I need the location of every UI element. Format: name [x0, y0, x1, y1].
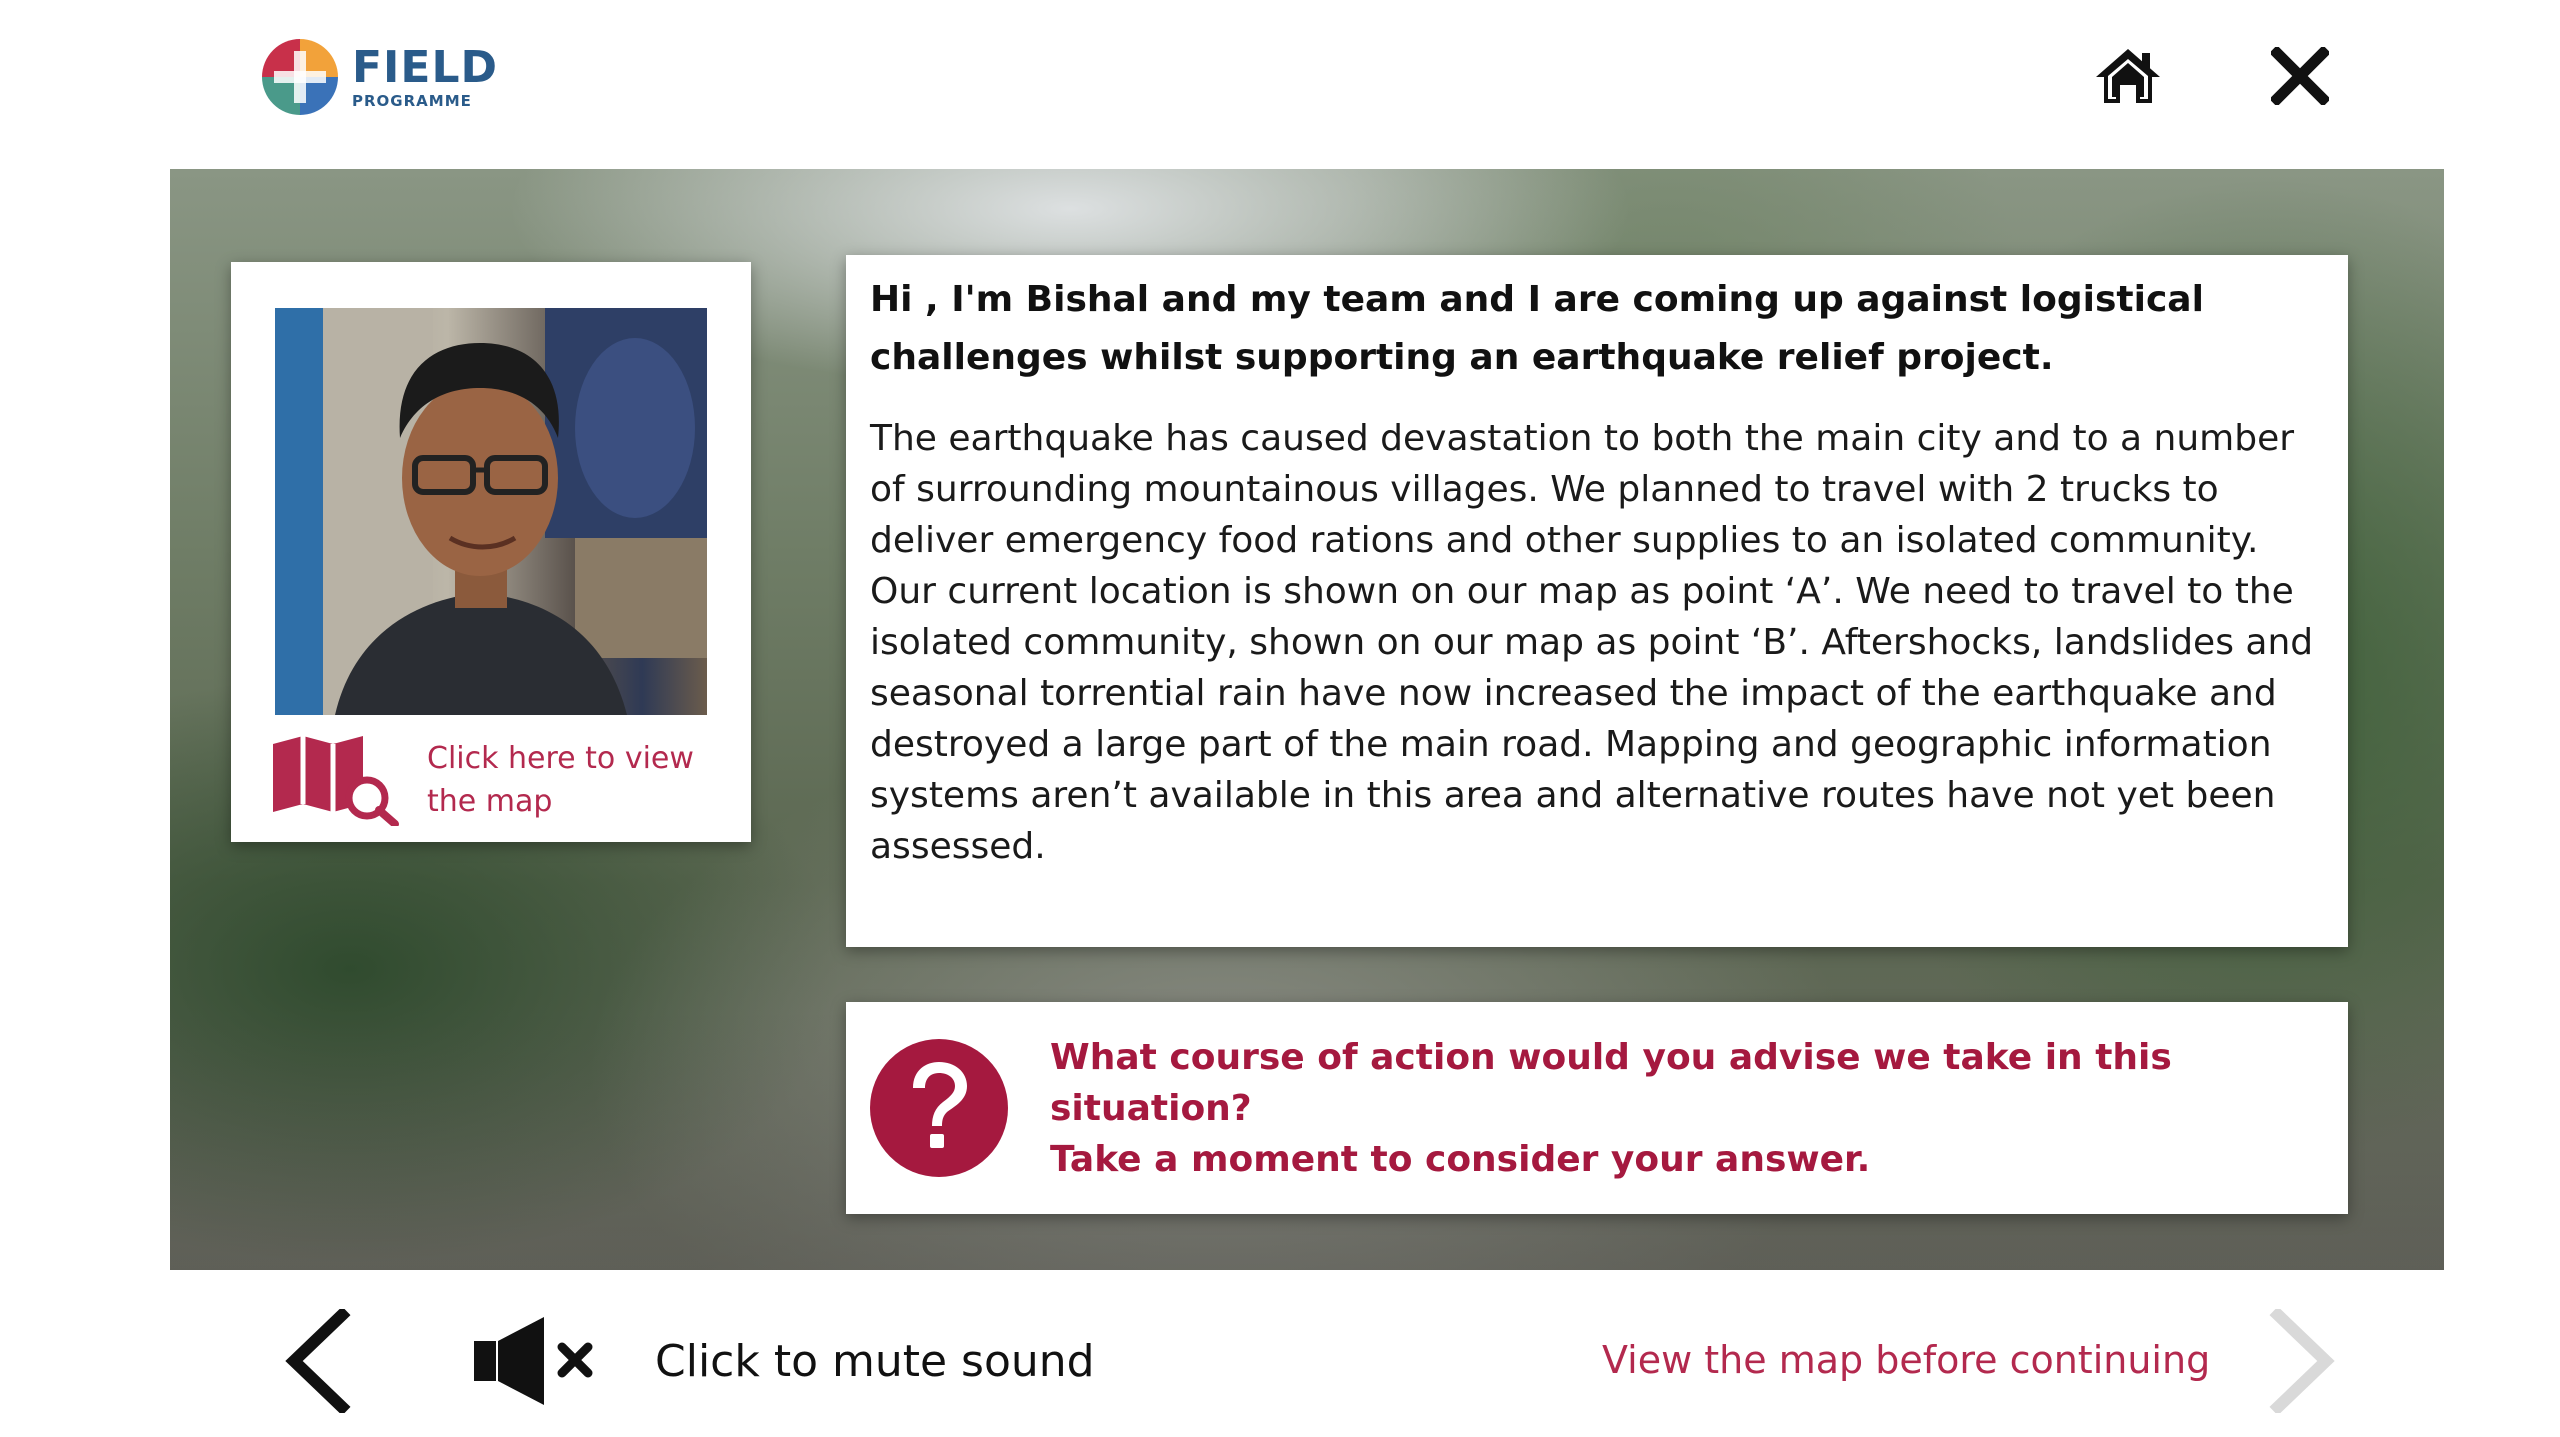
- logo-subtitle: PROGRAMME: [352, 91, 472, 110]
- mute-button[interactable]: [470, 1313, 600, 1409]
- view-map-link[interactable]: Click here to view the map: [271, 732, 731, 828]
- home-button[interactable]: [2090, 40, 2166, 112]
- close-button[interactable]: [2262, 40, 2338, 112]
- speaker-mute-icon: [474, 1317, 593, 1405]
- story-body: The earthquake has caused devastation to…: [870, 418, 2314, 867]
- question-card: What course of action would you advise w…: [846, 1002, 2348, 1214]
- question-mark-icon: [870, 1039, 1008, 1177]
- mute-label[interactable]: Click to mute sound: [655, 1336, 1095, 1387]
- story-card: Hi , I'm Bishal and my team and I are co…: [846, 255, 2348, 947]
- view-map-link-text: Click here to view the map: [427, 741, 694, 819]
- field-programme-logo: FIELD PROGRAMME: [258, 32, 518, 122]
- map-search-icon: [273, 736, 399, 826]
- portrait-card: Click here to view the map: [231, 262, 751, 842]
- question-instruction: Take a moment to consider your answer.: [1050, 1138, 1871, 1180]
- chevron-left-icon: [285, 1309, 351, 1413]
- back-button[interactable]: [272, 1306, 362, 1416]
- portrait-illustration: [275, 308, 707, 715]
- story-heading: Hi , I'm Bishal and my team and I are co…: [870, 279, 2204, 378]
- home-icon: [2096, 49, 2160, 103]
- continue-message: View the map before continuing: [1602, 1338, 2211, 1382]
- next-button[interactable]: [2258, 1306, 2348, 1416]
- close-icon: [2271, 47, 2329, 105]
- logo-mark-icon: [262, 39, 338, 115]
- question-prompt: What course of action would you advise w…: [1050, 1036, 2172, 1129]
- question-text: What course of action would you advise w…: [1050, 1032, 2348, 1185]
- logo-title: FIELD: [352, 41, 499, 93]
- bishal-photo: [275, 308, 707, 715]
- chevron-right-icon: [2269, 1309, 2335, 1413]
- scene-background: Click here to view the map Hi , I'm Bish…: [170, 169, 2444, 1270]
